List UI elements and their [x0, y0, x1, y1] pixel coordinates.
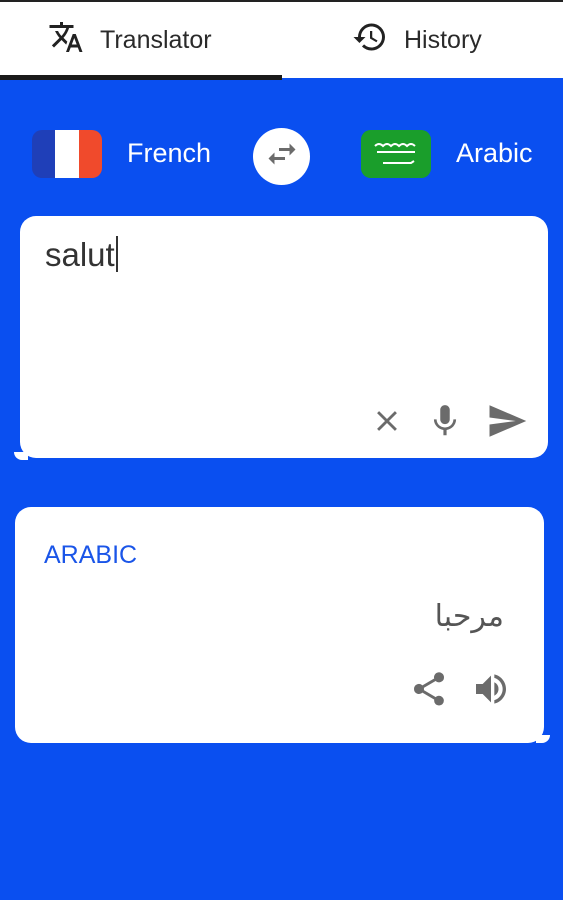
tab-history-label: History: [404, 25, 482, 54]
tab-translator-label: Translator: [100, 25, 212, 54]
france-flag-icon[interactable]: [32, 130, 102, 178]
tab-history[interactable]: History: [352, 2, 482, 78]
share-icon[interactable]: [409, 669, 449, 709]
output-language-label: ARABIC: [44, 541, 138, 569]
output-actions: [387, 669, 511, 709]
tab-translator[interactable]: Translator: [48, 2, 212, 78]
source-language-label[interactable]: French: [127, 138, 211, 169]
active-tab-indicator: [0, 75, 282, 80]
translate-icon: [48, 19, 100, 62]
source-text-input[interactable]: salut: [45, 236, 118, 274]
top-tab-bar: Translator History: [0, 0, 563, 80]
output-card: ARABIC مرحبا: [15, 507, 544, 743]
target-language-label[interactable]: Arabic: [456, 138, 533, 169]
swap-languages-button[interactable]: [253, 128, 310, 185]
close-icon[interactable]: [370, 404, 404, 438]
language-selector-row: French Arabic: [0, 128, 563, 185]
input-card: salut: [20, 216, 548, 458]
output-card-tail: [536, 735, 550, 743]
saudi-arabia-flag-icon[interactable]: [361, 130, 431, 178]
text-caret: [115, 236, 118, 272]
swap-icon: [264, 136, 300, 177]
input-card-tail: [14, 452, 28, 460]
translated-text: مرحبا: [434, 599, 504, 634]
send-icon[interactable]: [486, 400, 528, 442]
input-actions: [348, 400, 528, 442]
mic-icon[interactable]: [426, 402, 464, 440]
history-icon: [352, 19, 404, 62]
speaker-icon[interactable]: [471, 669, 511, 709]
